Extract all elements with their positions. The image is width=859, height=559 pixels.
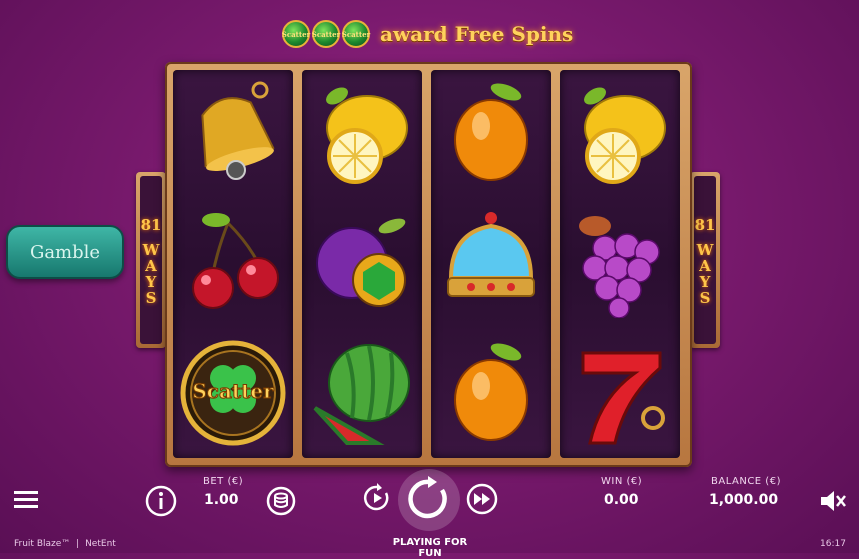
coins-stack-icon[interactable] (266, 486, 296, 516)
playing-for-fun-text: PLAYING FOR FUN (392, 537, 468, 559)
menu-icon[interactable] (14, 490, 40, 510)
scatter-coin-label: Scatter (311, 29, 341, 39)
grapes-symbol (579, 216, 660, 318)
reel-frame: Scatter (165, 62, 692, 467)
spin-icon[interactable] (406, 476, 452, 522)
ways-number: 81 (140, 216, 162, 234)
seven-symbol (581, 351, 665, 445)
scatter-coin-icon: Scatter (282, 20, 310, 48)
free-spins-text: award Free Spins (380, 22, 574, 46)
crown-symbol (447, 212, 535, 297)
scatter-text: Scatter (192, 379, 274, 403)
bet-value: 1.00 (204, 492, 239, 508)
gamble-button[interactable]: Gamble (6, 225, 124, 279)
sound-muted-icon[interactable] (818, 487, 846, 515)
win-value: 0.00 (604, 492, 639, 508)
clock: 16:17 (820, 539, 846, 549)
lemon-symbol (326, 87, 408, 184)
cherries-symbol (192, 213, 279, 309)
ways-label: WAYS (696, 241, 714, 305)
ways-label: WAYS (142, 241, 160, 305)
balance-label: BALANCE (€) (711, 476, 781, 487)
orange-symbol (454, 83, 528, 181)
info-icon[interactable] (145, 485, 177, 517)
fast-forward-icon[interactable] (466, 483, 498, 515)
bell-symbol (201, 81, 275, 180)
reel-4 (560, 70, 680, 458)
scatter-symbol: Scatter (180, 340, 286, 446)
plum-symbol (316, 218, 406, 307)
scatter-coin-icon: Scatter (342, 20, 370, 48)
scatter-coin-label: Scatter (341, 29, 371, 39)
footer-game-info: Fruit Blaze™ | NetEnt (14, 539, 116, 549)
lemon-symbol (584, 87, 666, 184)
reel-2 (302, 70, 422, 458)
reel-1: Scatter (173, 70, 293, 458)
win-label: WIN (€) (601, 476, 643, 487)
balance-value: 1,000.00 (709, 492, 779, 508)
ways-panel-left: 81 WAYS (136, 172, 166, 348)
autoplay-icon[interactable] (362, 483, 392, 513)
game-name: Fruit Blaze™ (14, 539, 71, 549)
free-spins-banner: Scatter Scatter Scatter award Free Spins (282, 14, 582, 54)
footer-separator: | (76, 539, 80, 549)
bet-label: BET (€) (203, 476, 244, 487)
ways-panel-right: 81 WAYS (690, 172, 720, 348)
gamble-label: Gamble (29, 241, 101, 263)
provider-name: NetEnt (85, 539, 116, 549)
scatter-coin-label: Scatter (281, 29, 311, 39)
reel-3 (431, 70, 551, 458)
orange-symbol (454, 343, 528, 441)
scatter-coin-icon: Scatter (312, 20, 340, 48)
watermelon-symbol (313, 344, 410, 445)
ways-number: 81 (694, 216, 716, 234)
